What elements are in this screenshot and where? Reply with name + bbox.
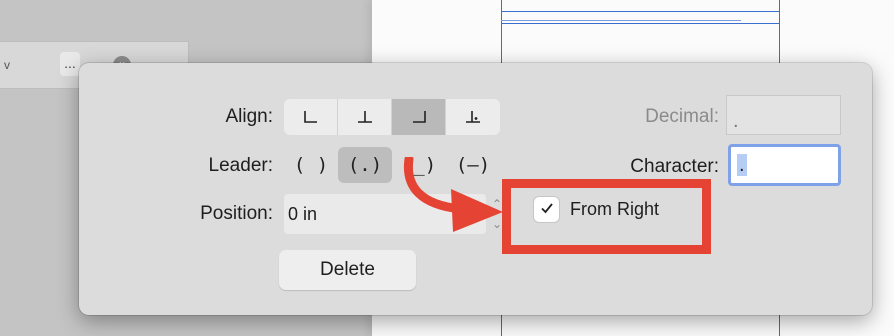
leader-none-option[interactable]: ( ) <box>284 147 338 183</box>
character-label: Character: <box>630 156 719 177</box>
table-border <box>501 20 741 21</box>
align-left-tab-icon[interactable] <box>284 99 338 135</box>
leader-dots-option[interactable]: (.) <box>338 147 392 183</box>
delete-button[interactable]: Delete <box>279 250 416 290</box>
chevron-down-icon[interactable]: v <box>4 58 10 72</box>
position-label: Position: <box>200 203 273 224</box>
more-button[interactable]: ... <box>60 52 80 76</box>
table-border <box>501 11 779 12</box>
align-decimal-tab-icon[interactable] <box>446 99 500 135</box>
tab-settings-popover: Align: Leader: ( ) (.) (_) (–) Position:… <box>79 63 872 315</box>
table-border <box>501 23 779 24</box>
align-center-tab-icon[interactable] <box>338 99 392 135</box>
from-right-label: From Right <box>570 199 660 219</box>
checkmark-icon <box>540 203 553 214</box>
decimal-field[interactable]: . <box>726 95 841 135</box>
character-value: . <box>737 154 747 176</box>
character-field[interactable]: . <box>728 144 841 186</box>
decimal-label: Decimal: <box>645 106 719 127</box>
leader-label: Leader: <box>208 155 273 176</box>
align-right-tab-icon[interactable] <box>392 99 446 135</box>
annotation-arrow-icon <box>403 157 503 232</box>
align-label: Align: <box>225 106 273 127</box>
align-segmented-control <box>284 99 500 135</box>
from-right-checkbox[interactable] <box>534 197 559 222</box>
